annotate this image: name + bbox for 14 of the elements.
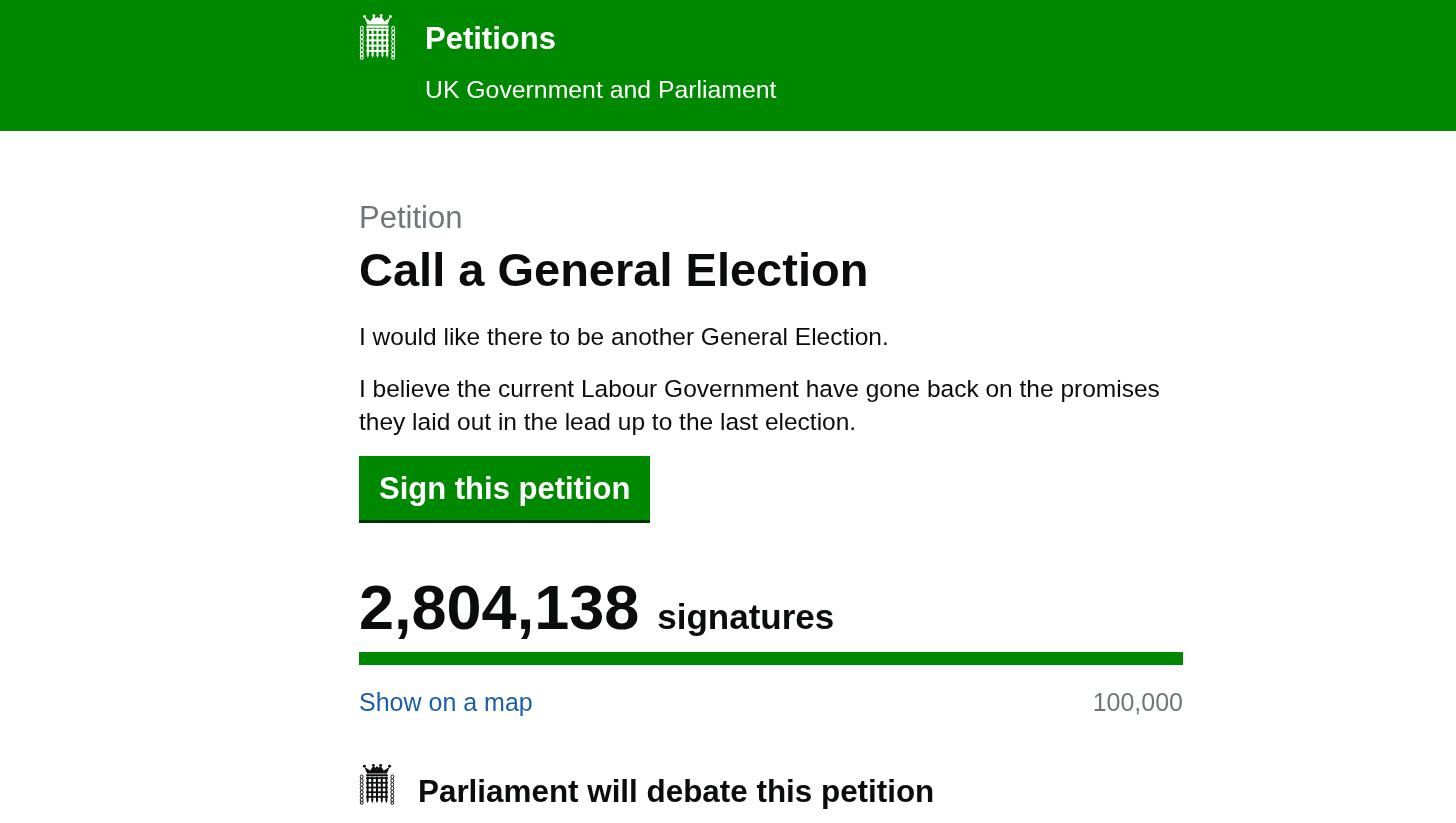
site-subtitle: UK Government and Parliament	[425, 75, 777, 105]
debate-heading: Parliament will debate this petition	[418, 774, 935, 810]
sign-petition-button[interactable]: Sign this petition	[359, 456, 651, 523]
signature-count: 2,804,138	[359, 572, 640, 642]
petition-paragraph: I would like there to be another General Election.	[359, 322, 890, 352]
petition-paragraph: I believe the current Labour Government have gone back on the promises they laid out in the lead up to the last election.	[359, 374, 1161, 437]
signature-unit: signatures	[657, 597, 835, 637]
threshold-value: 100,000	[1092, 687, 1183, 717]
portcullis-icon	[359, 14, 396, 60]
show-map-link[interactable]: Show on a map	[359, 687, 533, 717]
site-title-link[interactable]: Petitions	[425, 19, 556, 59]
page-label: Petition	[359, 200, 463, 236]
portcullis-icon	[359, 764, 395, 805]
petition-title: Call a General Election	[359, 244, 869, 296]
